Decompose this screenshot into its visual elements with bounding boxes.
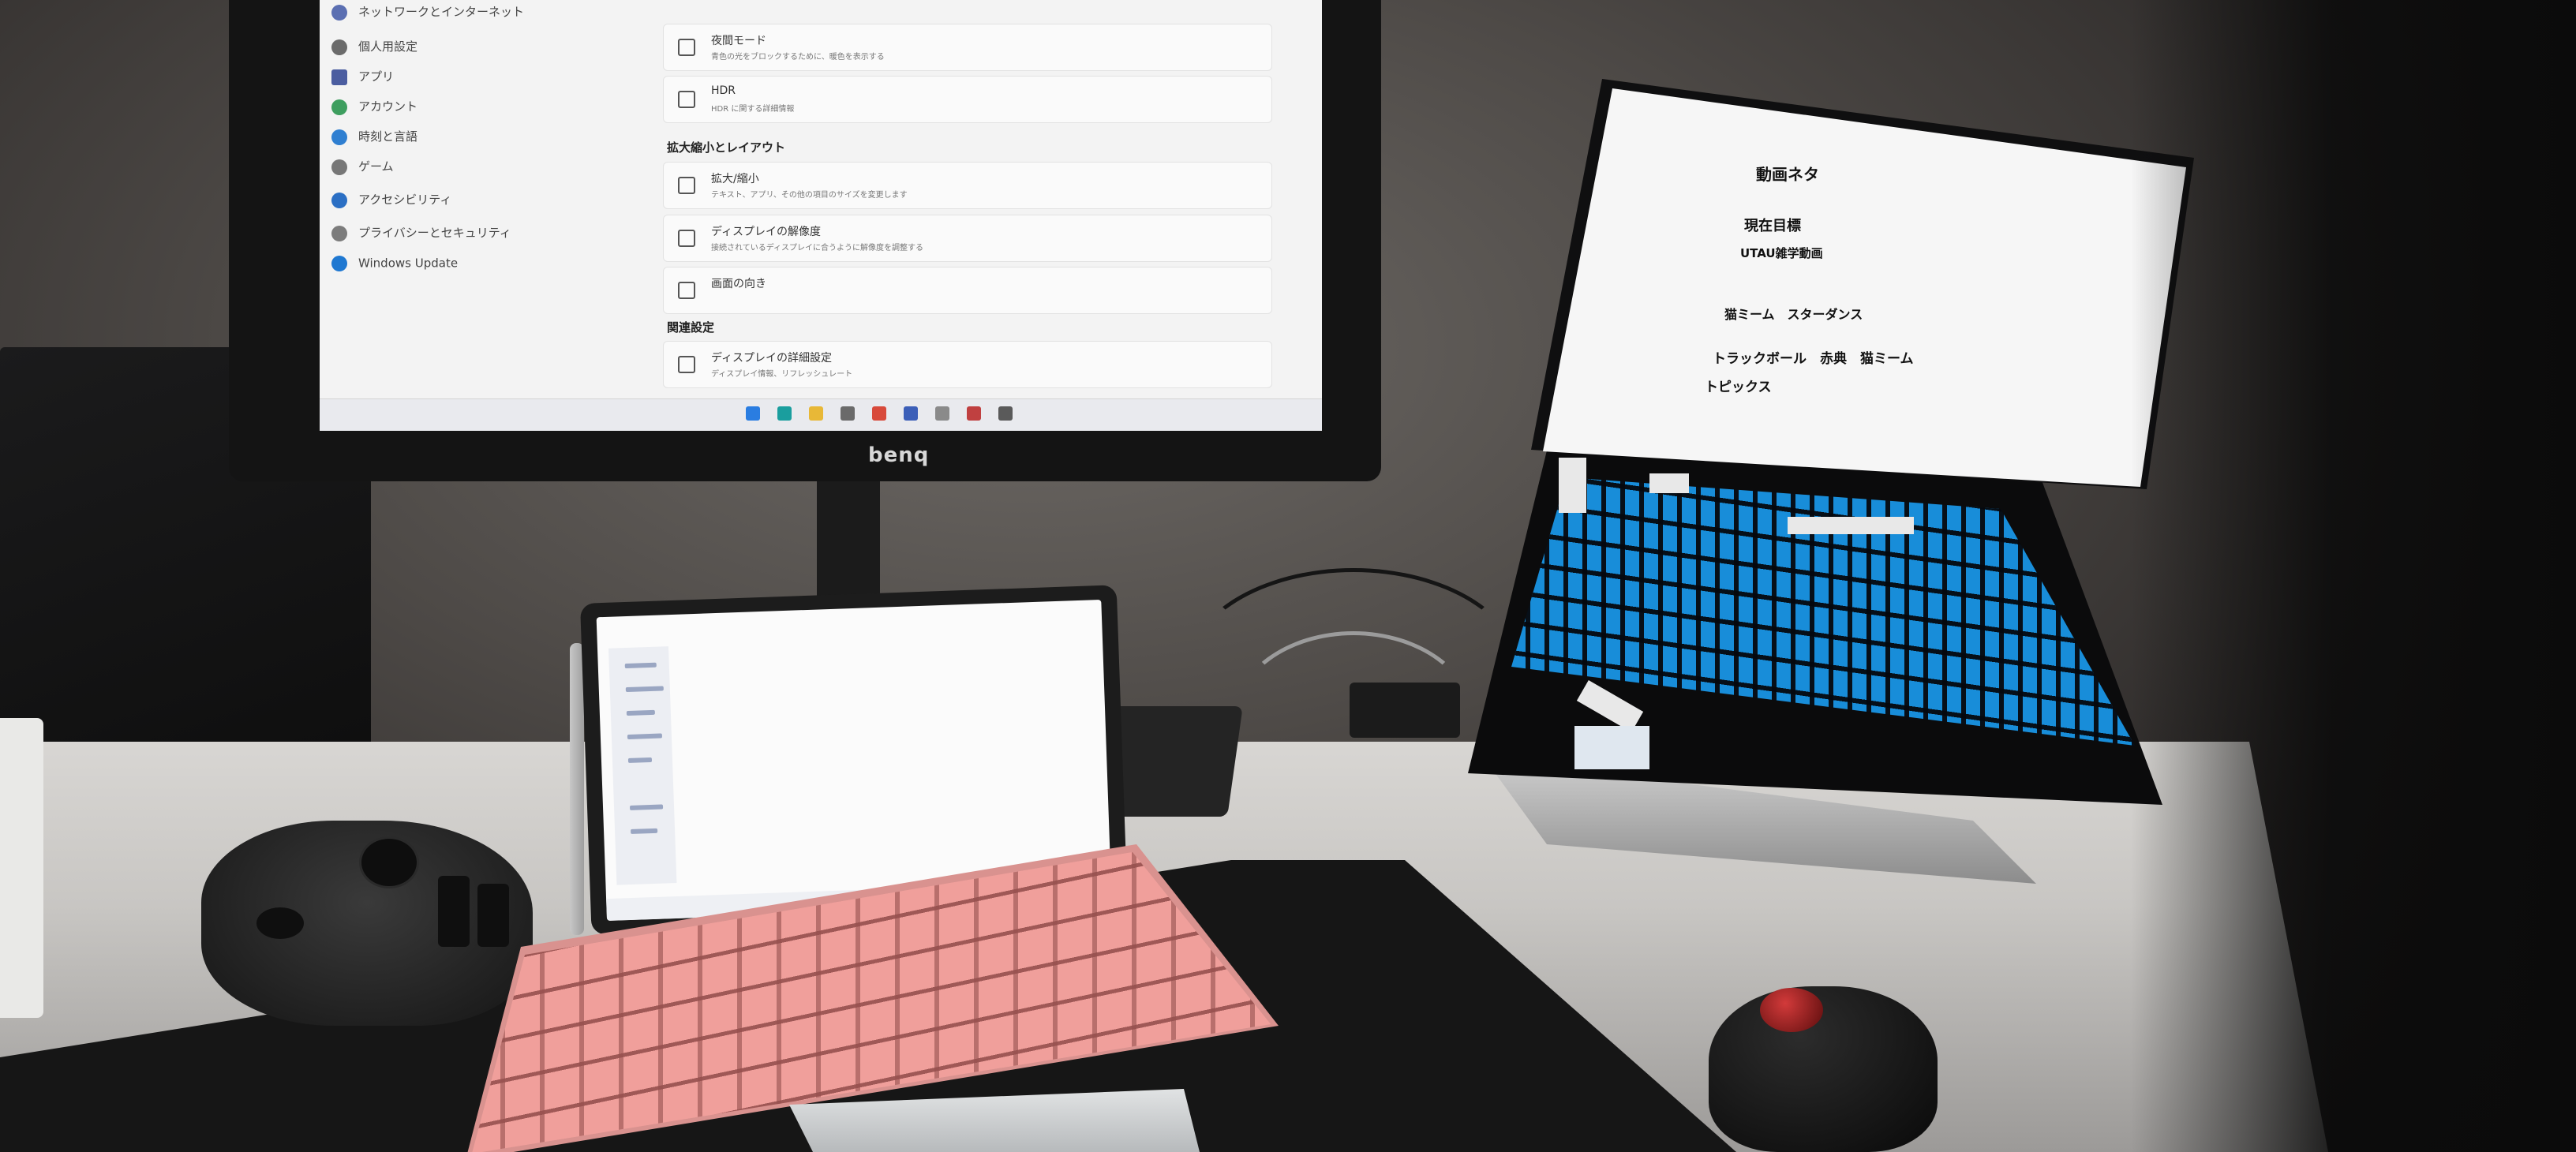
globe-icon	[331, 129, 347, 145]
network-icon	[331, 4, 347, 21]
controller-button	[256, 907, 304, 939]
scale-card[interactable]: 拡大/縮小 テキスト、アプリ、その他の項目のサイズを変更します	[663, 162, 1272, 209]
resolution-icon	[678, 230, 695, 247]
trackball-ball	[1760, 988, 1823, 1032]
controller-dial	[359, 836, 419, 888]
scale-icon	[678, 177, 695, 194]
tablet-sidebar	[608, 646, 677, 885]
display-icon	[678, 356, 695, 373]
settings-sidebar: ネットワークとインターネット 個人用設定 アプリ アカウント 時刻と言語 ゲーム…	[324, 0, 631, 284]
sidebar-item-accounts[interactable]: アカウント	[331, 98, 417, 115]
app-icon[interactable]	[904, 406, 918, 421]
white-object	[0, 718, 43, 1018]
controller-button	[477, 884, 509, 947]
update-icon	[331, 256, 347, 271]
controller-button	[438, 876, 470, 947]
resolution-card[interactable]: ディスプレイの解像度 接続されているディスプレイに合うように解像度を調整する	[663, 215, 1272, 262]
sticker	[1788, 517, 1914, 534]
sticker	[1559, 458, 1586, 513]
sidebar-item-privacy[interactable]: プライバシーとセキュリティ	[331, 224, 511, 241]
rotate-icon	[678, 282, 695, 299]
brush-icon	[331, 39, 347, 55]
sidebar-item-accessibility[interactable]: アクセシビリティ	[331, 191, 451, 208]
note-heading: 猫ミーム スターダンス	[1724, 307, 1863, 322]
note-heading: トラックボール 赤典 猫ミーム	[1713, 351, 1914, 367]
sun-icon	[678, 39, 695, 56]
gear-icon[interactable]	[998, 406, 1013, 421]
accessibility-icon	[331, 192, 347, 208]
hdr-icon	[678, 91, 695, 108]
note-heading: UTAU雑学動画	[1740, 246, 1823, 260]
edge-icon[interactable]	[777, 406, 792, 421]
note-heading: 現在目標	[1744, 218, 1801, 234]
shield-icon	[331, 225, 347, 241]
sidebar-item-network[interactable]: ネットワークとインターネット	[331, 3, 524, 21]
sidebar-item-apps[interactable]: アプリ	[331, 68, 394, 85]
sidebar-item-update[interactable]: Windows Update	[331, 256, 458, 271]
shadow	[2131, 0, 2576, 1152]
start-icon[interactable]	[746, 406, 760, 421]
gamepad-icon	[331, 159, 347, 175]
chrome-icon[interactable]	[872, 406, 886, 421]
sidebar-item-gaming[interactable]: ゲーム	[331, 158, 394, 175]
sidebar-item-time[interactable]: 時刻と言語	[331, 128, 417, 145]
monitor-logo: benq	[868, 443, 930, 467]
trackball-mouse	[1709, 986, 1938, 1152]
qr-sticker	[1574, 726, 1649, 769]
section-scale-layout: 拡大縮小とレイアウト	[667, 140, 786, 155]
stylus	[570, 643, 584, 935]
note-heading: トピックス	[1705, 380, 1772, 395]
store-icon[interactable]	[841, 406, 855, 421]
usb-hub	[1350, 683, 1460, 738]
sidebar-item-personalize[interactable]: 個人用設定	[331, 38, 417, 55]
folder-icon[interactable]	[809, 406, 823, 421]
sticker	[1649, 473, 1689, 493]
account-icon	[331, 99, 347, 115]
desk-scene: ネットワークとインターネット 個人用設定 アプリ アカウント 時刻と言語 ゲーム…	[0, 0, 2576, 1152]
mail-icon[interactable]	[967, 406, 981, 421]
hdr-card[interactable]: HDR HDR に関する詳細情報	[663, 76, 1272, 123]
note-title: 動画ネタ	[1756, 165, 1819, 184]
apps-icon	[331, 69, 347, 85]
section-related: 関連設定	[667, 320, 715, 335]
settings-icon[interactable]	[935, 406, 949, 421]
advanced-display-card[interactable]: ディスプレイの詳細設定 ディスプレイ情報、リフレッシュレート	[663, 341, 1272, 388]
orientation-card[interactable]: 画面の向き	[663, 267, 1272, 314]
night-light-card[interactable]: 夜間モード 青色の光をブロックするために、暖色を表示する	[663, 24, 1272, 71]
